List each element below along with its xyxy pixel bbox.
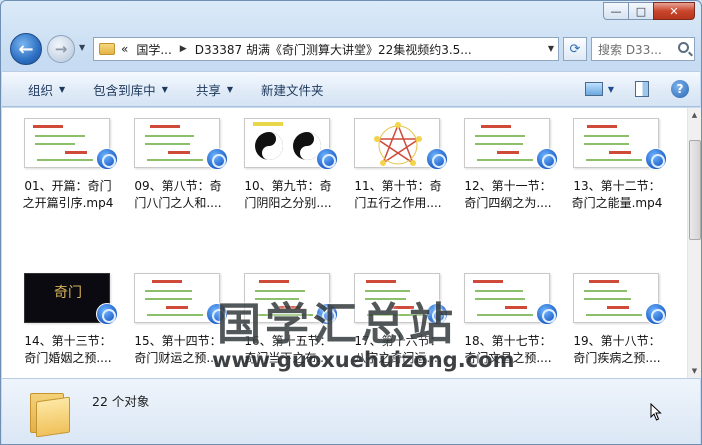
search-input[interactable]: 搜索 D33...	[591, 37, 695, 61]
command-toolbar: 组织 ▼ 包含到库中 ▼ 共享 ▼ 新建文件夹 ▼ ?	[2, 71, 700, 107]
organize-label: 组织	[28, 82, 54, 98]
file-name-line: 门阴阳之分别....	[244, 196, 332, 210]
scroll-up-icon[interactable]: ▲	[688, 108, 701, 122]
scroll-down-icon[interactable]: ▼	[688, 364, 701, 378]
file-name-line: 01、开篇：奇门	[24, 179, 112, 193]
address-bar[interactable]: « 国学... ▶ D33387 胡满《奇门测算大讲堂》22集视频约3.5...…	[93, 37, 559, 61]
chevron-down-icon: ▼	[161, 84, 168, 94]
file-name: 19、第十八节： 奇门疾病之预....	[561, 333, 673, 367]
file-name-line: 14、第十三节：	[24, 334, 112, 348]
recent-pages-dropdown[interactable]: ▼	[79, 43, 85, 52]
media-player-icon	[536, 303, 558, 325]
file-item[interactable]: 奇门 14、第十三节： 奇门婚姻之预....	[12, 263, 118, 378]
preview-pane-button[interactable]	[630, 78, 654, 100]
file-item[interactable]: 10、第九节：奇 门阴阳之分别....	[232, 108, 338, 228]
file-name-line: 门八门之人和....	[134, 196, 222, 210]
view-dropdown-icon[interactable]: ▼	[606, 78, 616, 100]
file-name-line: 10、第九节：奇	[244, 179, 332, 193]
help-button[interactable]: ?	[668, 78, 692, 100]
breadcrumb-item-guoxue[interactable]: 国学...	[136, 41, 171, 58]
close-button[interactable]: ✕	[653, 2, 695, 20]
include-library-label: 包含到库中	[93, 82, 156, 98]
media-player-icon	[96, 303, 118, 325]
new-folder-label: 新建文件夹	[261, 82, 324, 98]
include-library-menu[interactable]: 包含到库中 ▼	[79, 72, 182, 106]
folder-icon	[30, 389, 70, 438]
file-list[interactable]: 19、第十八节： 奇门疾病之预.... 18、第十七节： 奇门文昌之预.... 17、第…	[2, 108, 687, 378]
media-player-icon	[316, 148, 338, 170]
file-name-line: 09、第八节：奇	[134, 179, 222, 193]
file-name: 10、第九节：奇 门阴阳之分别....	[232, 178, 344, 212]
address-dropdown-icon[interactable]: ▼	[548, 44, 554, 53]
file-name-line: 19、第十八节：	[573, 334, 661, 348]
chevron-down-icon: ▼	[59, 84, 66, 94]
media-player-icon	[206, 148, 228, 170]
file-item[interactable]: 01、开篇：奇门 之开篇引序.mp4	[12, 108, 118, 228]
file-name: 11、第十节：奇 门五行之作用....	[342, 178, 454, 212]
file-item[interactable]: 15、第十四节： 奇门财运之预....	[122, 263, 228, 378]
mouse-cursor-icon	[650, 403, 662, 421]
media-player-icon	[536, 148, 558, 170]
file-name: 01、开篇：奇门 之开篇引序.mp4	[12, 178, 124, 212]
scroll-thumb[interactable]	[689, 140, 701, 240]
forward-button[interactable]: →	[47, 35, 75, 63]
file-name-line: 奇门婚姻之预....	[24, 351, 112, 365]
search-placeholder: 搜索 D33...	[598, 42, 662, 57]
file-name-line: 奇门四纲之为....	[464, 196, 552, 210]
item-count: 22 个对象	[92, 394, 150, 409]
file-name-line: 13、第十二节：	[573, 179, 661, 193]
search-icon[interactable]	[678, 42, 689, 53]
file-name-line: 之开篇引序.mp4	[22, 196, 114, 210]
organize-menu[interactable]: 组织 ▼	[2, 72, 79, 106]
preview-pane-icon	[635, 81, 649, 97]
file-item[interactable]: 11、第十节：奇 门五行之作用....	[342, 108, 448, 228]
maximize-button[interactable]: □	[628, 2, 654, 20]
caption-buttons: — □ ✕	[603, 2, 695, 20]
media-player-icon	[645, 303, 667, 325]
file-name-line: 奇门之能量.mp4	[571, 196, 663, 210]
chevron-down-icon: ▼	[226, 84, 234, 94]
vertical-scrollbar[interactable]: ▲ ▼	[687, 108, 701, 378]
watermark-text: 国学汇总站	[217, 299, 457, 350]
file-name-line: 12、第十一节：	[464, 179, 552, 193]
file-name-line: 11、第十节：奇	[354, 179, 442, 193]
share-menu[interactable]: 共享 ▼	[182, 72, 247, 106]
view-icon	[585, 82, 603, 96]
toolbar-right: ▼ ?	[576, 78, 692, 100]
file-name: 14、第十三节： 奇门婚姻之预....	[12, 333, 124, 367]
file-name: 09、第八节：奇 门八门之人和....	[122, 178, 234, 212]
file-name: 13、第十二节： 奇门之能量.mp4	[561, 178, 673, 212]
minimize-button[interactable]: —	[603, 2, 629, 20]
navigation-bar: ← → ▼ « 国学... ▶ D33387 胡满《奇门测算大讲堂》22集视频约…	[1, 31, 701, 69]
folder-icon	[99, 43, 115, 55]
file-item[interactable]: 19、第十八节： 奇门疾病之预....	[561, 263, 667, 378]
watermark-url: www.guoxuehuizong.com	[212, 348, 515, 372]
file-item[interactable]: 13、第十二节： 奇门之能量.mp4	[561, 108, 667, 228]
file-item[interactable]: 12、第十一节： 奇门四纲之为....	[452, 108, 558, 228]
media-player-icon	[96, 148, 118, 170]
media-player-icon	[645, 148, 667, 170]
share-label: 共享	[195, 82, 221, 98]
change-view-button[interactable]	[582, 78, 606, 100]
thumbnail-title: 奇门	[54, 285, 82, 301]
breadcrumb-item-current[interactable]: D33387 胡满《奇门测算大讲堂》22集视频约3.5...	[195, 41, 472, 58]
new-folder-button[interactable]: 新建文件夹	[247, 72, 338, 106]
file-name: 12、第十一节： 奇门四纲之为....	[452, 178, 564, 212]
chevron-right-icon[interactable]: ▶	[180, 44, 187, 54]
media-player-icon	[426, 148, 448, 170]
refresh-button[interactable]: ⟳	[563, 37, 587, 61]
breadcrumb-overflow[interactable]: «	[121, 42, 128, 56]
file-item[interactable]: 09、第八节：奇 门八门之人和....	[122, 108, 228, 228]
back-button[interactable]: ←	[10, 33, 42, 65]
explorer-window: — □ ✕ ← → ▼ « 国学... ▶ D33387 胡满《奇门测算大讲堂》…	[0, 0, 702, 445]
help-icon: ?	[671, 80, 689, 98]
file-name-line: 奇门疾病之预....	[573, 351, 661, 365]
details-pane: 22 个对象	[2, 378, 700, 444]
file-name-line: 门五行之作用....	[354, 196, 442, 210]
